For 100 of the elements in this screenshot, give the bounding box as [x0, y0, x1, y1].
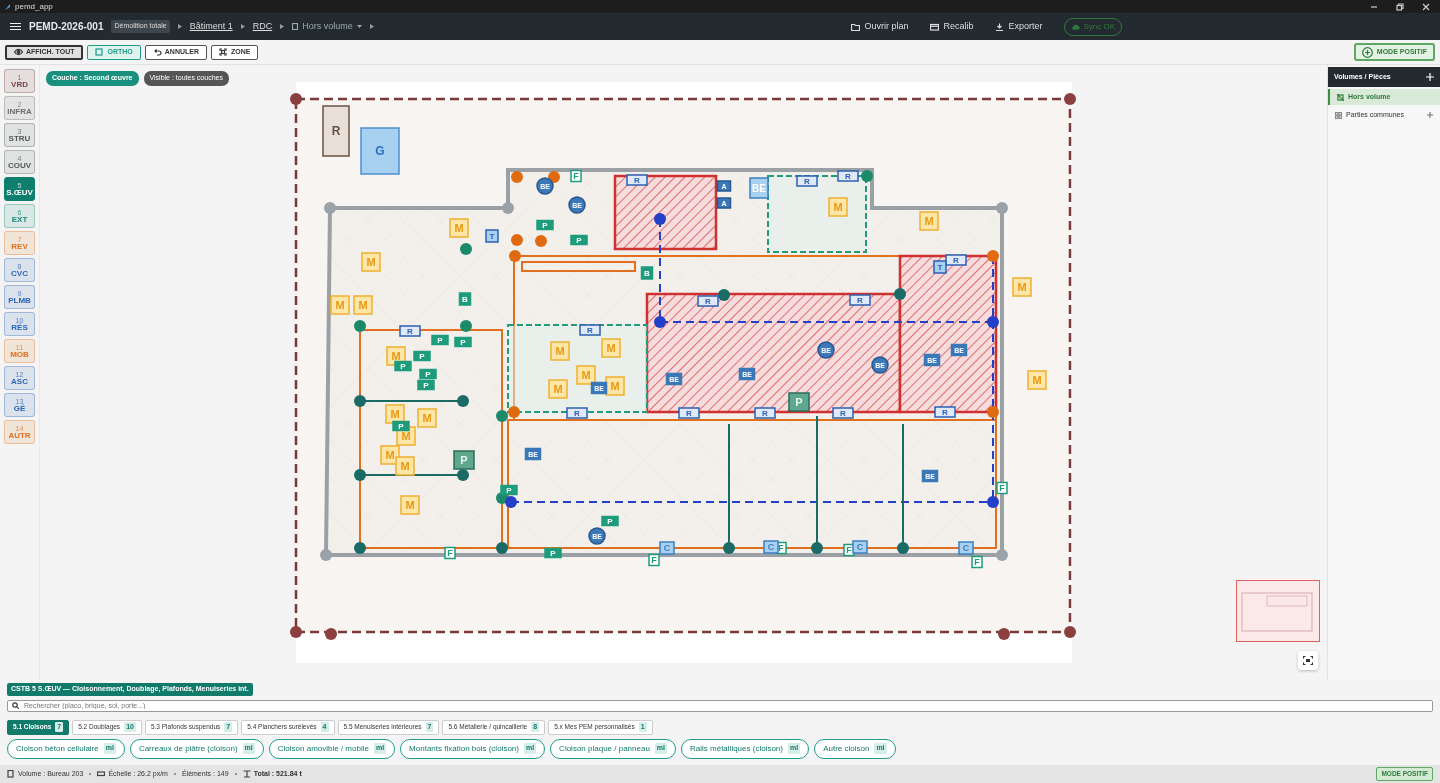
plan-marker[interactable]: P — [394, 360, 412, 372]
plan-node[interactable] — [811, 542, 823, 554]
plan-node[interactable] — [457, 469, 469, 481]
plan-node[interactable] — [354, 469, 366, 481]
menu-icon — [10, 22, 21, 31]
plan-marker[interactable]: F — [996, 481, 1008, 495]
plan-marker[interactable]: R — [399, 325, 421, 337]
plan-marker[interactable]: P — [454, 336, 472, 348]
plan-marker[interactable]: R — [832, 407, 854, 419]
plan-node[interactable] — [457, 395, 469, 407]
plan-marker[interactable]: C — [659, 541, 675, 555]
plan-node[interactable] — [987, 316, 999, 328]
plan-marker[interactable]: P — [570, 234, 588, 246]
plan-node[interactable] — [987, 406, 999, 418]
plan-marker[interactable]: B — [458, 292, 472, 306]
plan-marker[interactable]: F — [570, 169, 582, 183]
plan-marker[interactable]: G — [360, 127, 400, 175]
plan-node[interactable] — [987, 250, 999, 262]
plan-node[interactable] — [1064, 626, 1076, 638]
plan-marker[interactable]: P — [419, 368, 437, 380]
plan-node[interactable] — [502, 202, 514, 214]
plan-marker[interactable]: R — [579, 324, 601, 336]
plan-marker[interactable]: P — [601, 515, 619, 527]
plan-node[interactable] — [654, 213, 666, 225]
plan-node[interactable] — [509, 250, 521, 262]
plan-marker[interactable]: R — [837, 170, 859, 182]
plan-marker[interactable]: C — [763, 540, 779, 554]
plan-node[interactable] — [535, 235, 547, 247]
breadcrumb-link[interactable]: Bâtiment 1 — [189, 19, 233, 34]
plan-node[interactable] — [996, 549, 1008, 561]
plan-marker[interactable]: P — [392, 420, 410, 432]
plan-node[interactable] — [505, 496, 517, 508]
plan-marker[interactable]: C — [958, 541, 974, 555]
ruler-icon — [97, 770, 106, 778]
minimap[interactable] — [1236, 580, 1320, 642]
plan-node[interactable] — [861, 170, 873, 182]
plan-node[interactable] — [354, 320, 366, 332]
plan-marker[interactable]: R — [934, 406, 956, 418]
plan-node[interactable] — [290, 93, 302, 105]
cloud-icon — [1071, 23, 1081, 30]
plan-marker[interactable]: R — [566, 407, 588, 419]
grid-icon — [1335, 111, 1342, 119]
plan-marker[interactable]: C — [852, 540, 868, 554]
header-action-button[interactable]: Exporter — [995, 19, 1043, 34]
plan-node[interactable] — [354, 395, 366, 407]
plan-marker[interactable]: P — [536, 219, 554, 231]
plan-marker[interactable]: R — [754, 407, 776, 419]
plan-node[interactable] — [324, 202, 336, 214]
plan-node[interactable] — [508, 406, 520, 418]
plan-marker[interactable]: P — [417, 379, 435, 391]
plan-marker[interactable]: B — [640, 266, 654, 280]
square-icon — [95, 48, 105, 56]
breadcrumb-dropdown[interactable]: Hors volume — [292, 19, 362, 34]
fit-screen-button[interactable] — [1298, 651, 1318, 670]
plan-node[interactable] — [987, 496, 999, 508]
plan-marker[interactable]: P — [788, 392, 810, 412]
plan-node[interactable] — [548, 171, 560, 183]
plan-node[interactable] — [998, 628, 1010, 640]
plan-marker[interactable]: P — [544, 547, 562, 559]
plan-node[interactable] — [290, 626, 302, 638]
plan-node[interactable] — [460, 320, 472, 332]
plan-marker[interactable]: R — [849, 294, 871, 306]
plan-node[interactable] — [320, 549, 332, 561]
plan-node[interactable] — [511, 234, 523, 246]
plan-node[interactable] — [325, 628, 337, 640]
header-action-button[interactable]: Recalib — [930, 19, 974, 34]
plan-marker[interactable]: P — [453, 450, 475, 470]
plan-marker[interactable]: R — [796, 175, 818, 187]
plan-node[interactable] — [1064, 93, 1076, 105]
plan-node[interactable] — [354, 542, 366, 554]
plan-node[interactable] — [894, 288, 906, 300]
plan-node[interactable] — [496, 410, 508, 422]
plan-node[interactable] — [723, 542, 735, 554]
download-icon — [995, 22, 1005, 31]
plan-marker[interactable]: P — [431, 334, 449, 346]
plan-marker[interactable]: R — [678, 407, 700, 419]
plan-marker[interactable]: T — [485, 229, 499, 243]
plan-node[interactable] — [496, 542, 508, 554]
plan-marker[interactable]: R — [322, 105, 350, 157]
plan-node[interactable] — [654, 316, 666, 328]
header-action-button[interactable]: Ouvrir plan — [851, 19, 909, 34]
plan-marker[interactable]: F — [648, 553, 660, 567]
fit-screen-icon — [1303, 656, 1313, 665]
chevron-icon — [240, 24, 245, 29]
plan-node[interactable] — [897, 542, 909, 554]
plan-node[interactable] — [718, 289, 730, 301]
plan-marker[interactable]: R — [626, 174, 648, 186]
plan-node[interactable] — [460, 243, 472, 255]
plan-node[interactable] — [996, 202, 1008, 214]
project-title: PEMD-2026-001 — [29, 20, 104, 34]
plan-marker[interactable]: R — [697, 295, 719, 307]
plus-icon — [1427, 112, 1433, 118]
plan-node[interactable] — [511, 171, 523, 183]
plan-marker[interactable]: F — [444, 546, 456, 560]
plan-marker[interactable]: F — [971, 555, 983, 569]
plan-marker[interactable]: P — [500, 484, 518, 496]
plan-marker[interactable]: R — [945, 254, 967, 266]
plan-marker[interactable]: T — [933, 260, 947, 274]
breadcrumb-link[interactable]: RDC — [252, 19, 273, 34]
plan-marker[interactable]: P — [413, 350, 431, 362]
